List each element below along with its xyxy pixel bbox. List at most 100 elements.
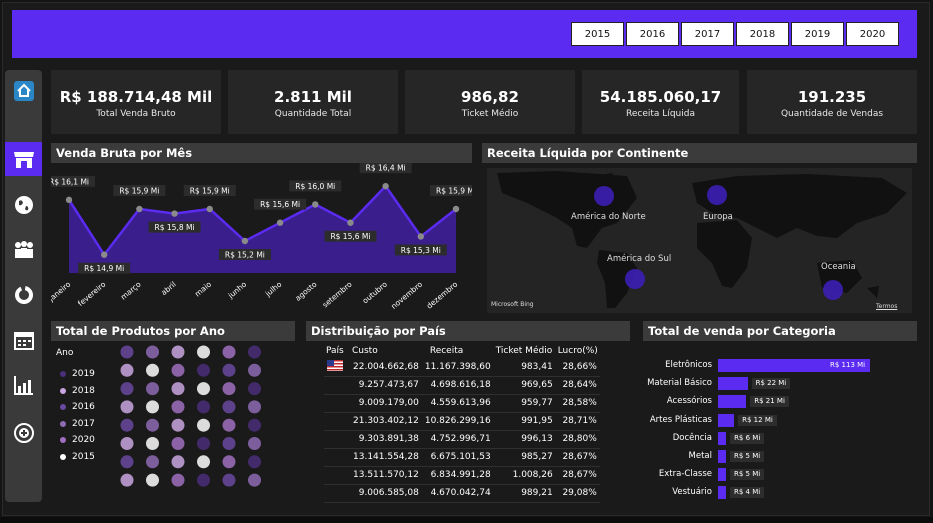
table-row[interactable]: 13.141.554,28 6.675.101,53 985,27 28,67% — [324, 448, 600, 467]
product-dot[interactable] — [197, 400, 210, 414]
product-dot[interactable] — [171, 363, 185, 377]
product-dot[interactable] — [197, 382, 210, 396]
table-row[interactable]: 9.006.585,08 4.670.042,74 989,21 29,08% — [324, 484, 600, 503]
year-button-2017[interactable]: 2017 — [681, 22, 734, 46]
year-button-2015[interactable]: 2015 — [571, 22, 624, 46]
category-bar[interactable] — [718, 431, 727, 445]
table-row[interactable]: 9.257.473,67 4.698.616,18 969,65 28,64% — [324, 376, 600, 395]
legend-item: 2016 — [56, 399, 95, 416]
product-dot[interactable] — [171, 382, 185, 396]
people-icon[interactable] — [5, 233, 42, 267]
product-dot[interactable] — [120, 345, 134, 359]
legend-dot — [60, 420, 66, 427]
product-dot[interactable] — [197, 437, 210, 450]
product-dot[interactable] — [171, 455, 185, 469]
data-point[interactable] — [417, 233, 425, 240]
data-point[interactable] — [100, 251, 108, 258]
store-icon[interactable] — [5, 142, 42, 176]
product-dot[interactable] — [171, 400, 185, 414]
product-dot[interactable] — [171, 345, 185, 359]
data-point[interactable] — [241, 237, 249, 245]
map-label-oceania: Oceania — [821, 262, 856, 272]
product-dot[interactable] — [248, 400, 261, 414]
table-row[interactable]: 9.303.891,38 4.752.996,71 996,13 28,80% — [324, 430, 600, 449]
col-header-revenue[interactable]: Receita — [422, 344, 494, 358]
product-dot[interactable] — [248, 455, 261, 469]
category-bar[interactable] — [718, 413, 735, 427]
year-button-2016[interactable]: 2016 — [626, 22, 679, 46]
col-header-country[interactable]: País — [324, 344, 350, 358]
data-point[interactable] — [312, 201, 319, 208]
product-dot[interactable] — [146, 437, 159, 450]
home-icon[interactable] — [5, 74, 42, 108]
donut-chart-icon[interactable] — [5, 278, 42, 312]
product-dot[interactable] — [222, 473, 236, 487]
product-dot[interactable] — [248, 418, 261, 432]
col-header-cost[interactable]: Custo — [350, 344, 422, 358]
table-row[interactable]: 13.511.570,12 6.834.991,28 1.008,26 28,67% — [324, 466, 600, 485]
product-dot[interactable] — [146, 455, 159, 469]
category-bar[interactable] — [718, 486, 726, 500]
product-dot[interactable] — [197, 455, 210, 469]
col-header-profit[interactable]: Lucro(%) — [556, 344, 600, 358]
product-dot[interactable] — [222, 418, 236, 432]
col-header-ticket[interactable]: Ticket Médio — [494, 344, 556, 358]
product-dot[interactable] — [146, 363, 159, 377]
table-row[interactable]: 21.303.402,12 10.826.299,16 991,95 28,71% — [324, 412, 600, 431]
product-dot[interactable] — [197, 345, 210, 359]
product-dot[interactable] — [120, 400, 134, 414]
product-dot[interactable] — [222, 455, 236, 469]
world-map[interactable]: América do Norte Europa América do Sul O… — [487, 168, 912, 313]
year-button-2020[interactable]: 2020 — [846, 22, 899, 46]
category-bar[interactable] — [718, 468, 726, 482]
product-dot[interactable] — [146, 418, 159, 432]
product-dot[interactable] — [120, 455, 134, 469]
product-dot[interactable] — [222, 437, 236, 450]
product-dot[interactable] — [222, 345, 236, 359]
product-dot[interactable] — [222, 400, 236, 414]
data-point[interactable] — [136, 205, 143, 213]
year-button-2018[interactable]: 2018 — [736, 22, 789, 46]
product-dot[interactable] — [248, 437, 261, 450]
data-point[interactable] — [65, 196, 73, 204]
product-dot[interactable] — [146, 382, 159, 396]
category-bar[interactable] — [718, 377, 748, 391]
product-dot[interactable] — [120, 437, 134, 450]
product-dot[interactable] — [222, 382, 236, 396]
product-dot[interactable] — [146, 473, 159, 487]
product-dot[interactable] — [120, 473, 134, 487]
globe-icon[interactable] — [5, 188, 42, 222]
add-circle-icon[interactable] — [5, 416, 42, 450]
product-dot[interactable] — [120, 418, 134, 432]
data-point[interactable] — [347, 219, 354, 226]
table-row[interactable]: 22.004.662,68 11.167.398,60 983,41 28,66% — [324, 358, 600, 377]
product-dot[interactable] — [197, 418, 210, 432]
product-dot[interactable] — [120, 363, 134, 377]
category-bar[interactable] — [718, 395, 747, 409]
data-point[interactable] — [276, 219, 284, 226]
product-dot[interactable] — [197, 473, 210, 487]
product-dot[interactable] — [146, 400, 159, 414]
table-row[interactable]: 9.009.179,00 4.559.613,96 959,77 28,58% — [324, 394, 600, 413]
data-point[interactable] — [171, 210, 178, 217]
product-dot[interactable] — [248, 363, 261, 377]
product-dot[interactable] — [197, 363, 210, 377]
product-dot[interactable] — [248, 345, 261, 359]
category-bar[interactable] — [718, 450, 726, 463]
product-dot[interactable] — [171, 418, 185, 432]
product-dot[interactable] — [146, 345, 159, 359]
legend-item: 2018 — [56, 383, 95, 400]
calendar-icon[interactable] — [5, 323, 42, 357]
product-dot[interactable] — [120, 382, 134, 396]
data-point[interactable] — [206, 205, 213, 213]
bar-chart-icon[interactable] — [5, 368, 42, 402]
data-point[interactable] — [382, 182, 389, 190]
year-button-2019[interactable]: 2019 — [791, 22, 844, 46]
data-point[interactable] — [452, 205, 460, 213]
product-dot[interactable] — [248, 473, 261, 487]
map-terms-link[interactable]: Termos — [876, 303, 897, 310]
product-dot[interactable] — [222, 363, 236, 377]
product-dot[interactable] — [171, 437, 185, 450]
product-dot[interactable] — [248, 382, 261, 396]
product-dot[interactable] — [171, 473, 185, 487]
